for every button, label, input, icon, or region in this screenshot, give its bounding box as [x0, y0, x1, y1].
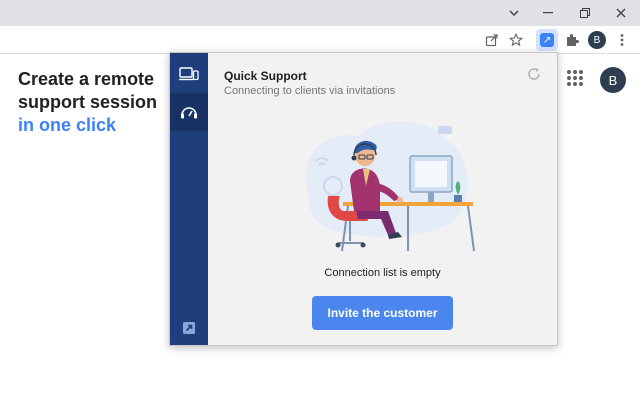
profile-button[interactable]: B [587, 30, 607, 50]
apps-grid-icon[interactable] [567, 70, 583, 86]
sidebar-item-quick-support[interactable] [170, 93, 208, 131]
sidebar-item-devices[interactable] [170, 55, 208, 93]
popup-content: Quick Support Connecting to clients via … [208, 53, 557, 345]
headline-accent: in one click [18, 115, 117, 135]
devices-icon [179, 67, 199, 81]
extension-popup: Quick Support Connecting to clients via … [169, 52, 558, 346]
share-icon[interactable] [482, 30, 502, 50]
refresh-icon[interactable] [526, 66, 542, 82]
bookmark-star-icon[interactable] [506, 30, 526, 50]
browser-menu-icon[interactable] [612, 30, 632, 50]
extension-logo-icon: ↗ [540, 33, 554, 47]
popup-title: Quick Support [224, 69, 307, 83]
headline-line-2: support session [18, 92, 158, 112]
window-titlebar [0, 0, 640, 26]
popup-subtitle: Connecting to clients via invitations [224, 85, 396, 97]
page-avatar[interactable]: B [600, 67, 626, 93]
tab-search-icon[interactable] [497, 0, 531, 26]
close-button[interactable] [604, 0, 638, 26]
headline-line-1: Create a remote [18, 69, 155, 89]
browser-toolbar: ↗ B [0, 26, 640, 54]
support-agent-illustration [306, 121, 475, 252]
popup-sidebar [170, 53, 208, 345]
remote-support-extension-button[interactable]: ↗ [536, 29, 558, 51]
invite-customer-button[interactable]: Invite the customer [312, 296, 453, 330]
empty-state-text: Connection list is empty [324, 267, 441, 279]
minimize-button[interactable] [531, 0, 565, 26]
page-headline: Create a remote support session in one c… [18, 68, 168, 137]
extensions-puzzle-icon[interactable] [562, 30, 582, 50]
sidebar-open-app[interactable] [170, 309, 208, 347]
restore-button[interactable] [568, 0, 602, 26]
headset-icon [181, 107, 197, 119]
open-app-icon [183, 322, 195, 334]
avatar: B [588, 31, 606, 49]
